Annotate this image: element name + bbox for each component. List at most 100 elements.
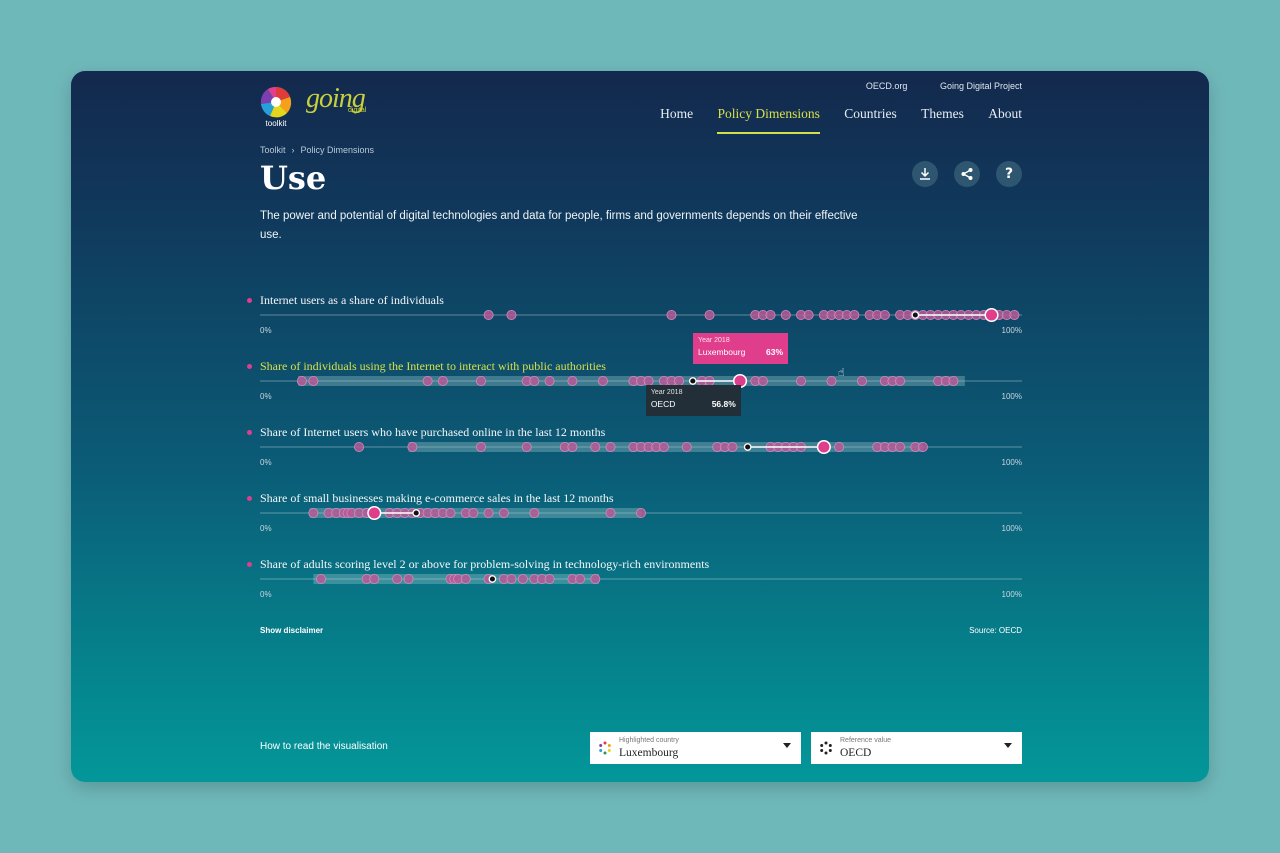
country-point[interactable] xyxy=(803,310,814,320)
going-digital-brand-sub: digital xyxy=(348,107,367,114)
country-point[interactable] xyxy=(704,310,715,320)
country-point[interactable] xyxy=(506,574,517,584)
country-point[interactable] xyxy=(658,442,669,452)
country-point[interactable] xyxy=(826,376,837,386)
country-point[interactable] xyxy=(392,574,403,584)
nav-about[interactable]: About xyxy=(988,106,1022,132)
country-point[interactable] xyxy=(567,376,578,386)
highlighted-country-point[interactable] xyxy=(367,505,382,521)
country-point[interactable] xyxy=(605,508,616,518)
country-point[interactable] xyxy=(895,442,906,452)
country-point[interactable] xyxy=(437,376,448,386)
nav-themes[interactable]: Themes xyxy=(921,106,964,132)
nav-home[interactable]: Home xyxy=(660,106,693,132)
country-point[interactable] xyxy=(483,310,494,320)
country-point[interactable] xyxy=(517,574,528,584)
country-point[interactable] xyxy=(895,376,906,386)
country-point[interactable] xyxy=(308,508,319,518)
app-window: toolkit going digital OECD.org Going Dig… xyxy=(71,71,1209,782)
show-disclaimer-link[interactable]: Show disclaimer xyxy=(260,626,323,635)
chevron-down-icon xyxy=(1004,743,1012,748)
country-point[interactable] xyxy=(506,310,517,320)
help-icon: ? xyxy=(1004,166,1014,182)
country-point[interactable] xyxy=(315,574,326,584)
country-point[interactable] xyxy=(575,574,586,584)
country-point[interactable] xyxy=(296,376,307,386)
country-point[interactable] xyxy=(757,376,768,386)
country-point[interactable] xyxy=(834,442,845,452)
country-point[interactable] xyxy=(308,376,319,386)
country-point[interactable] xyxy=(529,376,540,386)
country-point[interactable] xyxy=(460,574,471,584)
country-point[interactable] xyxy=(445,508,456,518)
share-button[interactable] xyxy=(953,161,980,187)
country-point[interactable] xyxy=(849,310,860,320)
download-button[interactable] xyxy=(911,161,938,187)
indicator-strip xyxy=(260,439,1022,455)
reference-point[interactable] xyxy=(412,509,421,517)
breadcrumb-toolkit[interactable]: Toolkit xyxy=(260,145,286,155)
country-point[interactable] xyxy=(403,574,414,584)
country-point[interactable] xyxy=(590,574,601,584)
country-point[interactable] xyxy=(544,574,555,584)
tooltip-value: 56.8% xyxy=(711,399,736,409)
country-point[interactable] xyxy=(796,376,807,386)
oecd-link[interactable]: OECD.org xyxy=(866,81,908,91)
country-point[interactable] xyxy=(475,442,486,452)
country-point[interactable] xyxy=(917,442,928,452)
dot-ring-icon xyxy=(820,741,832,755)
country-point[interactable] xyxy=(422,376,433,386)
axis-max-label: 100% xyxy=(1001,590,1022,599)
reference-point[interactable] xyxy=(911,311,920,319)
country-point[interactable] xyxy=(407,442,418,452)
country-point[interactable] xyxy=(468,508,479,518)
country-point[interactable] xyxy=(879,310,890,320)
indicator-row: Share of small businesses making e-comme… xyxy=(247,491,1022,541)
tooltip-year: Year 2018 xyxy=(650,389,683,396)
reference-point[interactable] xyxy=(743,443,752,451)
going-digital-project-link[interactable]: Going Digital Project xyxy=(940,81,1022,91)
country-point[interactable] xyxy=(498,508,509,518)
indicator-strip xyxy=(260,373,1022,389)
reference-point[interactable] xyxy=(688,377,697,385)
country-point[interactable] xyxy=(354,442,365,452)
reference-value-value: OECD xyxy=(840,747,872,759)
country-point[interactable] xyxy=(1009,310,1020,320)
country-point[interactable] xyxy=(765,310,776,320)
country-point[interactable] xyxy=(635,508,646,518)
nav-policy-dimensions[interactable]: Policy Dimensions xyxy=(717,106,820,134)
country-point[interactable] xyxy=(567,442,578,452)
country-point[interactable] xyxy=(727,442,738,452)
source-note: Source: OECD xyxy=(969,626,1022,635)
country-point[interactable] xyxy=(948,376,959,386)
country-point[interactable] xyxy=(475,376,486,386)
country-point[interactable] xyxy=(529,508,540,518)
reference-value-select[interactable]: Reference value OECD xyxy=(811,732,1022,764)
country-point[interactable] xyxy=(544,376,555,386)
country-point[interactable] xyxy=(521,442,532,452)
indicator-row: Share of adults scoring level 2 or above… xyxy=(247,557,1022,607)
highlight-tooltip: Year 2018 Luxembourg 63% xyxy=(693,333,789,364)
toolkit-logo[interactable]: toolkit xyxy=(260,86,296,131)
country-point[interactable] xyxy=(590,442,601,452)
country-point[interactable] xyxy=(369,574,380,584)
country-point[interactable] xyxy=(597,376,608,386)
country-point[interactable] xyxy=(666,310,677,320)
country-point[interactable] xyxy=(483,508,494,518)
axis-max-label: 100% xyxy=(1001,392,1022,401)
nav-countries[interactable]: Countries xyxy=(844,106,897,132)
help-button[interactable]: ? xyxy=(996,161,1022,187)
country-point[interactable] xyxy=(856,376,867,386)
breadcrumb-policy-dimensions[interactable]: Policy Dimensions xyxy=(301,145,375,155)
reference-point[interactable] xyxy=(488,575,497,583)
axis-min-label: 0% xyxy=(260,524,272,533)
highlighted-country-value: Luxembourg xyxy=(619,747,679,759)
indicator-strip xyxy=(260,307,1022,323)
country-point[interactable] xyxy=(605,442,616,452)
how-to-read-link[interactable]: How to read the visualisation xyxy=(260,741,388,752)
highlighted-country-point[interactable] xyxy=(816,439,831,455)
highlighted-country-point[interactable] xyxy=(984,307,999,323)
country-point[interactable] xyxy=(681,442,692,452)
country-point[interactable] xyxy=(780,310,791,320)
highlighted-country-select[interactable]: Highlighted country Luxembourg xyxy=(590,732,801,764)
